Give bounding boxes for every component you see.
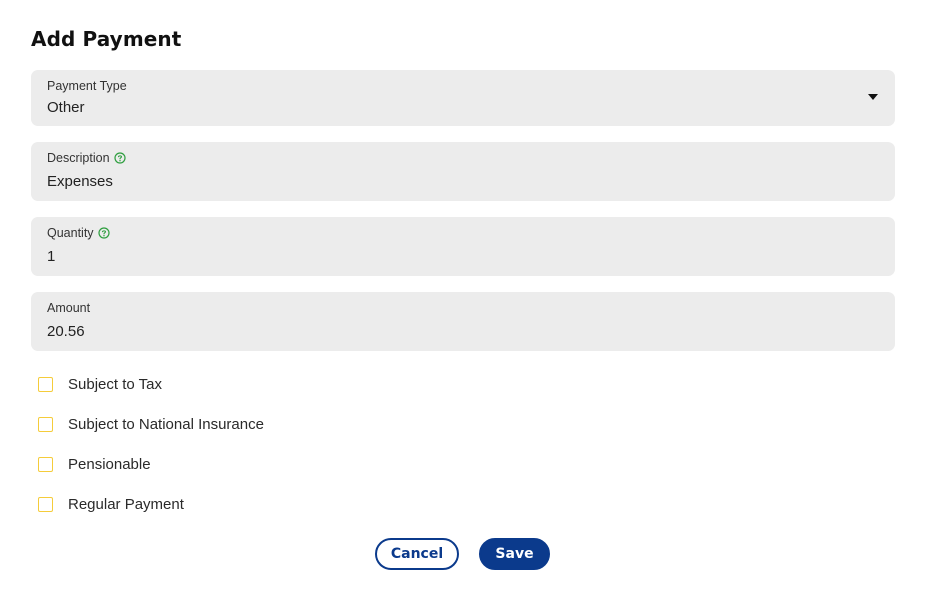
checkbox-pensionable[interactable]: Pensionable: [38, 454, 151, 474]
checkbox-square[interactable]: [38, 496, 53, 512]
checkbox-label: Subject to National Insurance: [68, 415, 264, 433]
description-field[interactable]: Description Expenses: [31, 142, 895, 201]
quantity-value: 1: [47, 248, 56, 265]
checkbox-regular-payment[interactable]: Regular Payment: [38, 494, 184, 514]
checkbox-square[interactable]: [38, 456, 53, 472]
description-label: Description: [47, 151, 126, 165]
save-button[interactable]: Save: [479, 538, 550, 570]
quantity-label: Quantity: [47, 226, 110, 240]
checkbox-label: Pensionable: [68, 455, 151, 473]
add-payment-dialog: Add Payment Payment Type Other Descripti…: [0, 0, 931, 594]
payment-type-select[interactable]: Payment Type Other: [31, 70, 895, 126]
help-circle-icon[interactable]: [113, 152, 126, 164]
caret-down-icon: [868, 94, 878, 100]
payment-type-label-text: Payment Type: [47, 79, 127, 93]
amount-value: 20.56: [47, 323, 85, 340]
description-label-text: Description: [47, 151, 110, 165]
amount-label: Amount: [47, 301, 90, 315]
checkbox-subject-to-tax[interactable]: Subject to Tax: [38, 374, 162, 394]
amount-field[interactable]: Amount 20.56: [31, 292, 895, 351]
checkbox-square[interactable]: [38, 376, 53, 392]
payment-type-label: Payment Type: [47, 79, 127, 93]
checkbox-square[interactable]: [38, 416, 53, 432]
quantity-label-text: Quantity: [47, 226, 94, 240]
help-circle-icon[interactable]: [97, 227, 110, 239]
checkbox-label: Regular Payment: [68, 495, 184, 513]
quantity-field[interactable]: Quantity 1: [31, 217, 895, 276]
checkbox-label: Subject to Tax: [68, 375, 162, 393]
dialog-title: Add Payment: [31, 27, 182, 51]
checkbox-subject-to-national-insurance[interactable]: Subject to National Insurance: [38, 414, 264, 434]
description-value: Expenses: [47, 173, 113, 190]
cancel-button[interactable]: Cancel: [375, 538, 459, 570]
payment-type-value: Other: [47, 99, 85, 116]
amount-label-text: Amount: [47, 301, 91, 315]
